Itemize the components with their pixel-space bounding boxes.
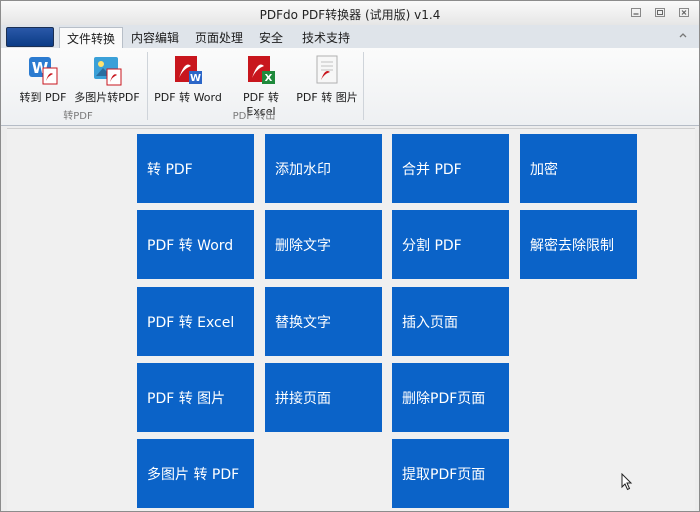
- ribbon-tab-bar: 文件转换 内容编辑 页面处理 安全 技术支持: [1, 25, 699, 50]
- group-divider: [363, 52, 364, 120]
- pdf-to-image-button[interactable]: PDF 转 图片: [296, 54, 358, 106]
- pdf-to-word-button[interactable]: W PDF 转 Word: [150, 54, 226, 106]
- tile-add-watermark[interactable]: 添加水印: [265, 134, 382, 203]
- tile-pdf-to-word[interactable]: PDF 转 Word: [137, 210, 254, 279]
- window-controls: [629, 6, 691, 18]
- pdf-to-image-label: PDF 转 图片: [296, 91, 358, 104]
- tab-content-edit[interactable]: 内容编辑: [124, 27, 186, 49]
- pdf-to-word-icon: W: [175, 56, 202, 84]
- tile-split-pdf[interactable]: 分割 PDF: [392, 210, 509, 279]
- pdf-to-excel-button[interactable]: X PDF 转 Excel: [227, 54, 295, 118]
- tile-images-to-pdf[interactable]: 多图片 转 PDF: [137, 439, 254, 508]
- tile-pdf-to-image[interactable]: PDF 转 图片: [137, 363, 254, 432]
- close-icon: [679, 7, 689, 17]
- svg-text:X: X: [265, 73, 273, 84]
- app-menu-button[interactable]: [6, 27, 54, 47]
- close-button[interactable]: [677, 6, 691, 18]
- tab-security[interactable]: 安全: [252, 27, 290, 49]
- function-tile-area: 转 PDF PDF 转 Word PDF 转 Excel PDF 转 图片 多图…: [7, 128, 695, 511]
- pdf-to-word-label: PDF 转 Word: [154, 91, 222, 104]
- tile-to-pdf[interactable]: 转 PDF: [137, 134, 254, 203]
- group-divider: [147, 52, 148, 120]
- tile-pdf-to-excel[interactable]: PDF 转 Excel: [137, 287, 254, 356]
- tile-extract-pdf-pages[interactable]: 提取PDF页面: [392, 439, 509, 508]
- group-label-to-pdf: 转PDF: [63, 111, 93, 122]
- images-to-pdf-icon: [94, 57, 122, 86]
- ribbon-panel: W 转到 PDF 多图片转PDF 转PDF W PDF 转 Word X PDF…: [1, 48, 699, 126]
- svg-text:W: W: [190, 73, 201, 84]
- app-window: PDFdo PDF转换器 (试用版) v1.4 文件转换 内容编辑 页面处理 安…: [0, 0, 700, 512]
- tile-merge-pdf[interactable]: 合并 PDF: [392, 134, 509, 203]
- tile-replace-text[interactable]: 替换文字: [265, 287, 382, 356]
- pdf-to-excel-icon: X: [248, 56, 275, 84]
- minimize-icon: [631, 7, 641, 17]
- group-label-pdf-export: PDF 转出: [232, 111, 276, 122]
- tab-file-convert[interactable]: 文件转换: [59, 27, 124, 50]
- pdf-to-image-icon: [316, 55, 338, 84]
- ribbon-collapse-icon[interactable]: [677, 31, 689, 43]
- minimize-button[interactable]: [629, 6, 643, 18]
- tile-delete-pdf-pages[interactable]: 删除PDF页面: [392, 363, 509, 432]
- convert-to-pdf-button[interactable]: W 转到 PDF: [15, 54, 71, 106]
- tab-tech-support[interactable]: 技术支持: [295, 27, 357, 49]
- convert-to-pdf-label: 转到 PDF: [19, 91, 67, 104]
- tile-join-pages[interactable]: 拼接页面: [265, 363, 382, 432]
- tile-delete-text[interactable]: 删除文字: [265, 210, 382, 279]
- images-to-pdf-button[interactable]: 多图片转PDF: [73, 54, 141, 106]
- tab-page-process[interactable]: 页面处理: [188, 27, 250, 49]
- wps-to-pdf-icon: W: [29, 57, 58, 85]
- tile-encrypt[interactable]: 加密: [520, 134, 637, 203]
- tile-decrypt-remove-restrictions[interactable]: 解密去除限制: [520, 210, 637, 279]
- window-title: PDFdo PDF转换器 (试用版) v1.4: [259, 8, 441, 22]
- maximize-icon: [655, 7, 665, 17]
- maximize-button[interactable]: [653, 6, 667, 18]
- images-to-pdf-label: 多图片转PDF: [74, 91, 140, 104]
- tile-insert-page[interactable]: 插入页面: [392, 287, 509, 356]
- mouse-pointer-icon: [621, 473, 633, 491]
- title-bar: PDFdo PDF转换器 (试用版) v1.4: [1, 1, 699, 25]
